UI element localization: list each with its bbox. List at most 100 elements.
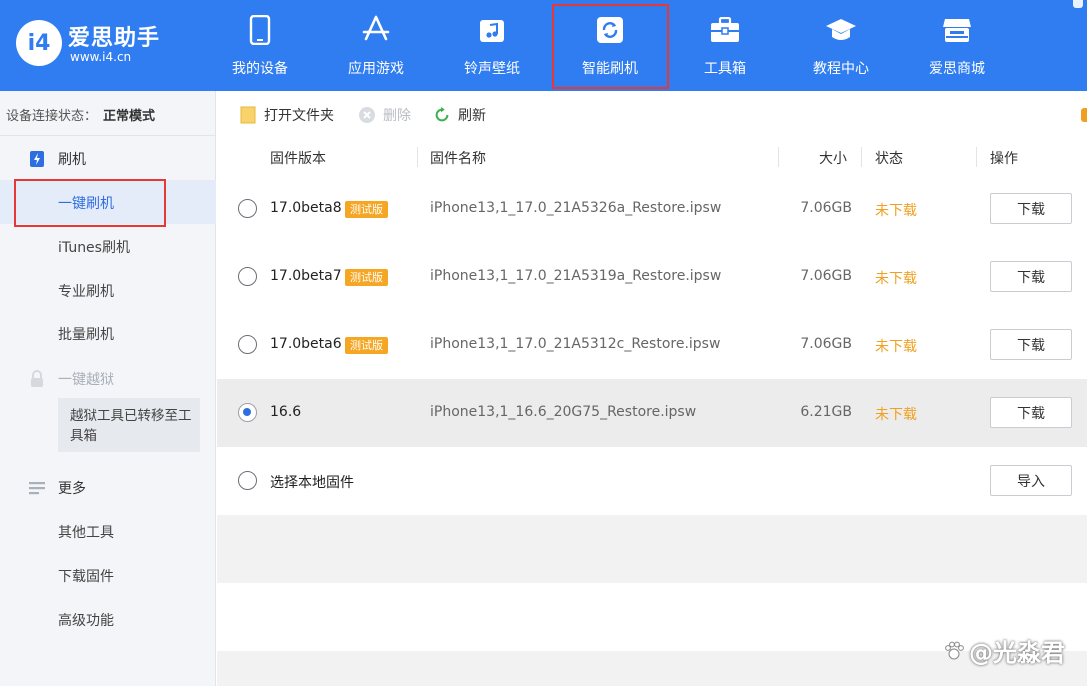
firmware-size: 7.06GB xyxy=(800,268,852,284)
lock-icon xyxy=(28,370,46,388)
shop-icon xyxy=(940,14,974,46)
top-navigation-bar: i4 爱思助手 www.i4.cn 我的设备 应用游戏 铃声壁纸 智能刷机 工具… xyxy=(0,0,1087,91)
nav-i4-shop[interactable]: 爱思商城 xyxy=(899,0,1015,91)
sidebar-item-itunes-flash[interactable]: iTunes刷机 xyxy=(58,237,130,257)
open-folder-label: 打开文件夹 xyxy=(264,108,334,124)
nav-label: 铃声壁纸 xyxy=(464,61,520,77)
nav-label: 应用游戏 xyxy=(348,61,404,77)
firmware-radio[interactable] xyxy=(238,267,257,286)
firmware-status: 未下载 xyxy=(875,203,917,219)
active-sidebar-highlight-box xyxy=(14,179,166,227)
header-separator xyxy=(778,147,779,167)
sidebar-item-download-firmware[interactable]: 下载固件 xyxy=(58,566,114,586)
header-separator xyxy=(417,147,418,167)
app-logo[interactable]: i4 爱思助手 www.i4.cn xyxy=(16,14,176,74)
firmware-size: 7.06GB xyxy=(800,336,852,352)
download-button[interactable]: 下载 xyxy=(990,193,1072,224)
firmware-name: iPhone13,1_17.0_21A5319a_Restore.ipsw xyxy=(430,268,722,284)
download-button[interactable]: 下载 xyxy=(990,397,1072,428)
open-folder-button[interactable]: 打开文件夹 xyxy=(239,105,334,125)
music-icon xyxy=(475,14,509,46)
watermark: @光淼君 xyxy=(943,633,1065,668)
watermark-text: @光淼君 xyxy=(969,639,1065,667)
firmware-status: 未下载 xyxy=(875,407,917,423)
window-corner-icon xyxy=(1073,0,1083,8)
empty-row-band xyxy=(217,515,1087,583)
refresh-icon xyxy=(433,106,451,124)
import-button[interactable]: 导入 xyxy=(990,465,1072,496)
app-store-icon xyxy=(359,14,393,46)
jailbreak-moved-note: 越狱工具已转移至工具箱 xyxy=(58,398,200,452)
firmware-status: 未下载 xyxy=(875,339,917,355)
nav-toolbox[interactable]: 工具箱 xyxy=(667,0,783,91)
connection-status-label: 设备连接状态： xyxy=(6,109,98,124)
local-firmware-label: 选择本地固件 xyxy=(270,475,354,491)
app-name: 爱思助手 xyxy=(68,26,161,51)
delete-button[interactable]: 删除 xyxy=(358,105,411,125)
sidebar-group-label: 一键越狱 xyxy=(58,372,114,388)
firmware-version: 16.6 xyxy=(270,404,302,420)
firmware-radio[interactable] xyxy=(238,199,257,218)
firmware-version: 17.0beta7 xyxy=(270,268,342,284)
firmware-name: iPhone13,1_17.0_21A5326a_Restore.ipsw xyxy=(430,200,722,216)
nav-label: 工具箱 xyxy=(704,61,746,77)
firmware-name: iPhone13,1_17.0_21A5312c_Restore.ipsw xyxy=(430,336,721,352)
sidebar-group-label: 更多 xyxy=(58,481,86,497)
download-button[interactable]: 下载 xyxy=(990,261,1072,292)
delete-label: 删除 xyxy=(383,108,411,124)
refresh-button[interactable]: 刷新 xyxy=(433,105,486,125)
nav-apps-games[interactable]: 应用游戏 xyxy=(318,0,434,91)
table-row[interactable]: 17.0beta6 测试版 iPhone13,1_17.0_21A5312c_R… xyxy=(217,311,1087,379)
toolbox-icon xyxy=(708,14,742,46)
active-nav-highlight-box xyxy=(552,4,669,89)
app-url: www.i4.cn xyxy=(70,50,132,64)
nav-my-device[interactable]: 我的设备 xyxy=(202,0,318,91)
sidebar-item-pro-flash[interactable]: 专业刷机 xyxy=(58,281,114,301)
firmware-radio[interactable] xyxy=(238,335,257,354)
delete-icon xyxy=(358,106,376,124)
sidebar-group-flash[interactable]: 刷机 xyxy=(28,149,86,169)
nav-label: 爱思商城 xyxy=(929,61,985,77)
sidebar-group-more[interactable]: 更多 xyxy=(28,478,86,498)
sidebar-group-jailbreak: 一键越狱 xyxy=(28,369,114,389)
local-firmware-radio[interactable] xyxy=(238,471,257,490)
flash-icon xyxy=(28,150,46,168)
menu-icon xyxy=(28,479,46,497)
header-size: 大小 xyxy=(819,151,847,167)
connection-status: 设备连接状态： 正常模式 xyxy=(6,105,155,124)
settings-icon[interactable] xyxy=(1081,108,1087,122)
firmware-status: 未下载 xyxy=(875,271,917,287)
table-row[interactable]: 17.0beta8 测试版 iPhone13,1_17.0_21A5326a_R… xyxy=(217,175,1087,243)
logo-mark: i4 xyxy=(16,20,62,66)
firmware-size: 6.21GB xyxy=(800,404,852,420)
sidebar-item-other-tools[interactable]: 其他工具 xyxy=(58,522,114,542)
beta-badge: 测试版 xyxy=(345,269,388,286)
header-name: 固件名称 xyxy=(430,151,486,167)
download-button[interactable]: 下载 xyxy=(990,329,1072,360)
local-firmware-row[interactable]: 选择本地固件 导入 xyxy=(217,447,1087,515)
table-row-selected[interactable]: 16.6 iPhone13,1_16.6_20G75_Restore.ipsw … xyxy=(217,379,1087,447)
beta-badge: 测试版 xyxy=(345,201,388,218)
sidebar-item-advanced[interactable]: 高级功能 xyxy=(58,610,114,630)
header-separator xyxy=(861,147,862,167)
nav-label: 我的设备 xyxy=(232,61,288,77)
nav-tutorial-center[interactable]: 教程中心 xyxy=(783,0,899,91)
firmware-name: iPhone13,1_16.6_20G75_Restore.ipsw xyxy=(430,404,697,420)
phone-icon xyxy=(243,14,277,46)
firmware-version: 17.0beta8 xyxy=(270,200,342,216)
sidebar-item-batch-flash[interactable]: 批量刷机 xyxy=(58,324,114,344)
table-row[interactable]: 17.0beta7 测试版 iPhone13,1_17.0_21A5319a_R… xyxy=(217,243,1087,311)
divider xyxy=(0,135,216,136)
nav-label: 教程中心 xyxy=(813,61,869,77)
beta-badge: 测试版 xyxy=(345,337,388,354)
refresh-label: 刷新 xyxy=(458,108,486,124)
main-panel: 打开文件夹 删除 刷新 固件版本 固件名称 大小 状态 操作 17.0beta8… xyxy=(217,91,1087,686)
toolbar: 打开文件夹 删除 刷新 xyxy=(217,91,1087,139)
graduation-cap-icon xyxy=(824,14,858,46)
header-action: 操作 xyxy=(990,151,1018,167)
nav-ringtones-wallpapers[interactable]: 铃声壁纸 xyxy=(434,0,550,91)
connection-status-value: 正常模式 xyxy=(103,109,156,124)
firmware-version: 17.0beta6 xyxy=(270,336,342,352)
firmware-radio-checked[interactable] xyxy=(238,403,257,422)
table-header: 固件版本 固件名称 大小 状态 操作 xyxy=(217,139,1087,175)
